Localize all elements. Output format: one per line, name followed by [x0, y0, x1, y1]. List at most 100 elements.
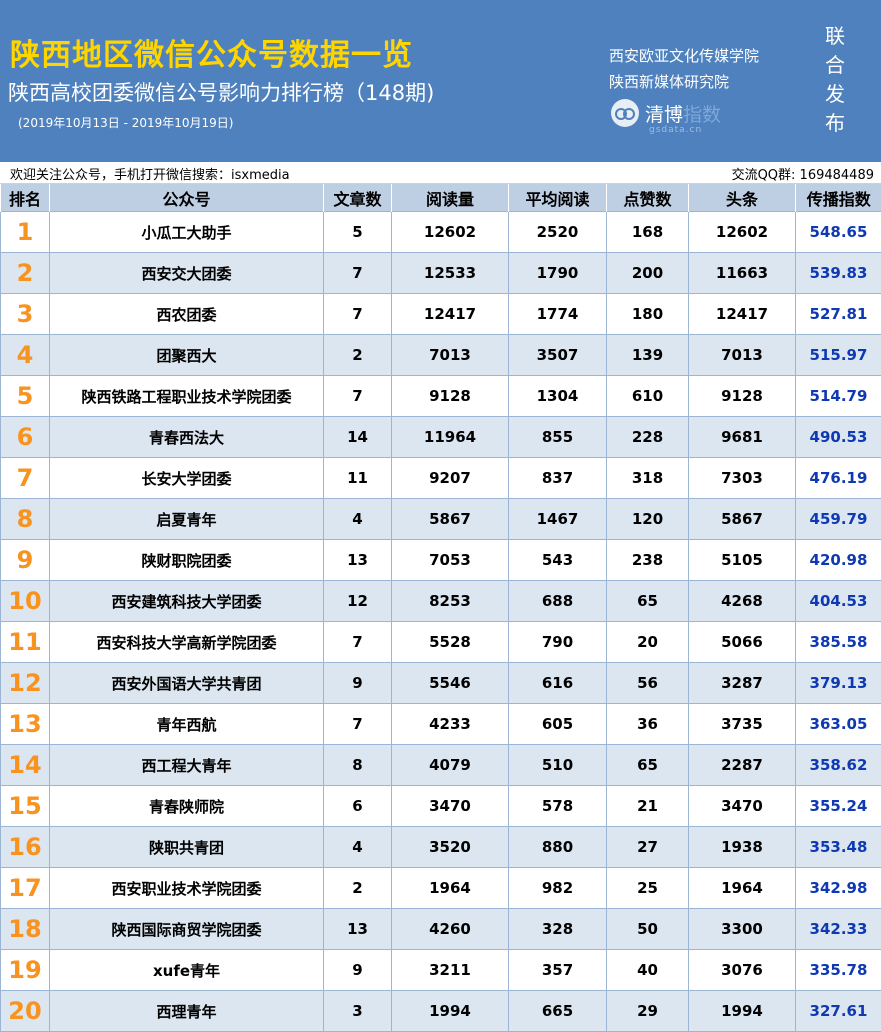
- avg-reads-cell: 510: [508, 744, 607, 786]
- likes-cell: 180: [606, 293, 689, 335]
- rank-cell: 10: [0, 580, 50, 622]
- articles-cell: 8: [323, 744, 392, 786]
- logo-name-part-1: 清博: [645, 103, 684, 126]
- reads-cell: 1994: [391, 990, 509, 1032]
- logo-subtext: gsdata.cn: [649, 125, 703, 135]
- rank-cell: 3: [0, 293, 50, 335]
- account-name-cell: 陕西铁路工程职业技术学院团委: [49, 375, 324, 417]
- rank-cell: 11: [0, 621, 50, 663]
- headline-cell: 3076: [688, 949, 796, 991]
- reads-cell: 7053: [391, 539, 509, 581]
- logo-name-part-2: 指数: [683, 103, 722, 126]
- account-name-cell: 西安外国语大学共青团: [49, 662, 324, 704]
- account-name-cell: 青年西航: [49, 703, 324, 745]
- table-row: 16 陕职共青团 4 3520 880 27 1938 353.48: [0, 826, 881, 868]
- articles-cell: 7: [323, 375, 392, 417]
- qq-group: 交流QQ群: 169484489: [731, 168, 874, 183]
- articles-cell: 4: [323, 826, 392, 868]
- articles-cell: 5: [323, 211, 392, 253]
- table-row: 7 长安大学团委 11 9207 837 318 7303 476.19: [0, 457, 881, 499]
- rank-cell: 4: [0, 334, 50, 376]
- index-cell: 490.53: [795, 416, 881, 458]
- institution-name-2: 陕西新媒体研究院: [609, 73, 730, 91]
- rank-cell: 9: [0, 539, 50, 581]
- likes-cell: 21: [606, 785, 689, 827]
- avg-reads-cell: 605: [508, 703, 607, 745]
- table-row: 5 陕西铁路工程职业技术学院团委 7 9128 1304 610 9128 514.79: [0, 375, 881, 417]
- headline-cell: 4268: [688, 580, 796, 622]
- headline-cell: 3470: [688, 785, 796, 827]
- column-header-articles: 文章数: [323, 184, 392, 212]
- joint-char: 联: [825, 24, 845, 48]
- table-row: 3 西农团委 7 12417 1774 180 12417 527.81: [0, 293, 881, 335]
- rank-cell: 6: [0, 416, 50, 458]
- avg-reads-cell: 1790: [508, 252, 607, 294]
- table-row: 6 青春西法大 14 11964 855 228 9681 490.53: [0, 416, 881, 458]
- header-banner: 陕西地区微信公众号数据一览 陕西高校团委微信公号影响力排行榜（148期) (20…: [0, 0, 881, 162]
- table-row: 12 西安外国语大学共青团 9 5546 616 56 3287 379.13: [0, 662, 881, 704]
- likes-cell: 25: [606, 867, 689, 909]
- articles-cell: 13: [323, 539, 392, 581]
- avg-reads-cell: 1467: [508, 498, 607, 540]
- column-header-avg-reads: 平均阅读: [508, 184, 607, 212]
- likes-cell: 20: [606, 621, 689, 663]
- index-cell: 385.58: [795, 621, 881, 663]
- account-name-cell: 小瓜工大助手: [49, 211, 324, 253]
- articles-cell: 11: [323, 457, 392, 499]
- index-cell: 514.79: [795, 375, 881, 417]
- rank-cell: 17: [0, 867, 50, 909]
- likes-cell: 238: [606, 539, 689, 581]
- likes-cell: 29: [606, 990, 689, 1032]
- articles-cell: 2: [323, 867, 392, 909]
- table-row: 11 西安科技大学高新学院团委 7 5528 790 20 5066 385.58: [0, 621, 881, 663]
- rank-cell: 5: [0, 375, 50, 417]
- reads-cell: 5528: [391, 621, 509, 663]
- account-name-cell: xufe青年: [49, 949, 324, 991]
- account-name-cell: 西工程大青年: [49, 744, 324, 786]
- table-row: 17 西安职业技术学院团委 2 1964 982 25 1964 342.98: [0, 867, 881, 909]
- avg-reads-cell: 1774: [508, 293, 607, 335]
- account-name-cell: 西安科技大学高新学院团委: [49, 621, 324, 663]
- page-title: 陕西地区微信公众号数据一览: [10, 38, 413, 73]
- avg-reads-cell: 982: [508, 867, 607, 909]
- table-row: 4 团聚西大 2 7013 3507 139 7013 515.97: [0, 334, 881, 376]
- reads-cell: 3470: [391, 785, 509, 827]
- avg-reads-cell: 1304: [508, 375, 607, 417]
- index-cell: 342.33: [795, 908, 881, 950]
- reads-cell: 7013: [391, 334, 509, 376]
- reads-cell: 3211: [391, 949, 509, 991]
- account-name-cell: 西理青年: [49, 990, 324, 1032]
- reads-cell: 8253: [391, 580, 509, 622]
- column-header-account: 公众号: [49, 184, 324, 212]
- articles-cell: 14: [323, 416, 392, 458]
- index-cell: 379.13: [795, 662, 881, 704]
- rank-cell: 12: [0, 662, 50, 704]
- table-row: 13 青年西航 7 4233 605 36 3735 363.05: [0, 703, 881, 745]
- table-row: 1 小瓜工大助手 5 12602 2520 168 12602 548.65: [0, 211, 881, 253]
- index-cell: 527.81: [795, 293, 881, 335]
- headline-cell: 12602: [688, 211, 796, 253]
- rank-cell: 20: [0, 990, 50, 1032]
- table-header-row: 排名 公众号 文章数 阅读量 平均阅读 点赞数 头条 传播指数: [0, 184, 881, 212]
- index-cell: 459.79: [795, 498, 881, 540]
- table-row: 18 陕西国际商贸学院团委 13 4260 328 50 3300 342.33: [0, 908, 881, 950]
- reads-cell: 4260: [391, 908, 509, 950]
- table-row: 14 西工程大青年 8 4079 510 65 2287 358.62: [0, 744, 881, 786]
- table-row: 2 西安交大团委 7 12533 1790 200 11663 539.83: [0, 252, 881, 294]
- headline-cell: 11663: [688, 252, 796, 294]
- column-header-likes: 点赞数: [606, 184, 689, 212]
- page-subtitle: 陕西高校团委微信公号影响力排行榜（148期): [8, 81, 435, 105]
- info-bar: 欢迎关注公众号，手机打开微信搜索：isxmedia 交流QQ群: 1694844…: [0, 162, 881, 184]
- column-header-reads: 阅读量: [391, 184, 509, 212]
- reads-cell: 5546: [391, 662, 509, 704]
- avg-reads-cell: 616: [508, 662, 607, 704]
- column-header-rank: 排名: [0, 184, 50, 212]
- articles-cell: 7: [323, 621, 392, 663]
- index-cell: 539.83: [795, 252, 881, 294]
- articles-cell: 7: [323, 703, 392, 745]
- avg-reads-cell: 880: [508, 826, 607, 868]
- likes-cell: 56: [606, 662, 689, 704]
- reads-cell: 1964: [391, 867, 509, 909]
- account-name-cell: 青春西法大: [49, 416, 324, 458]
- account-name-cell: 团聚西大: [49, 334, 324, 376]
